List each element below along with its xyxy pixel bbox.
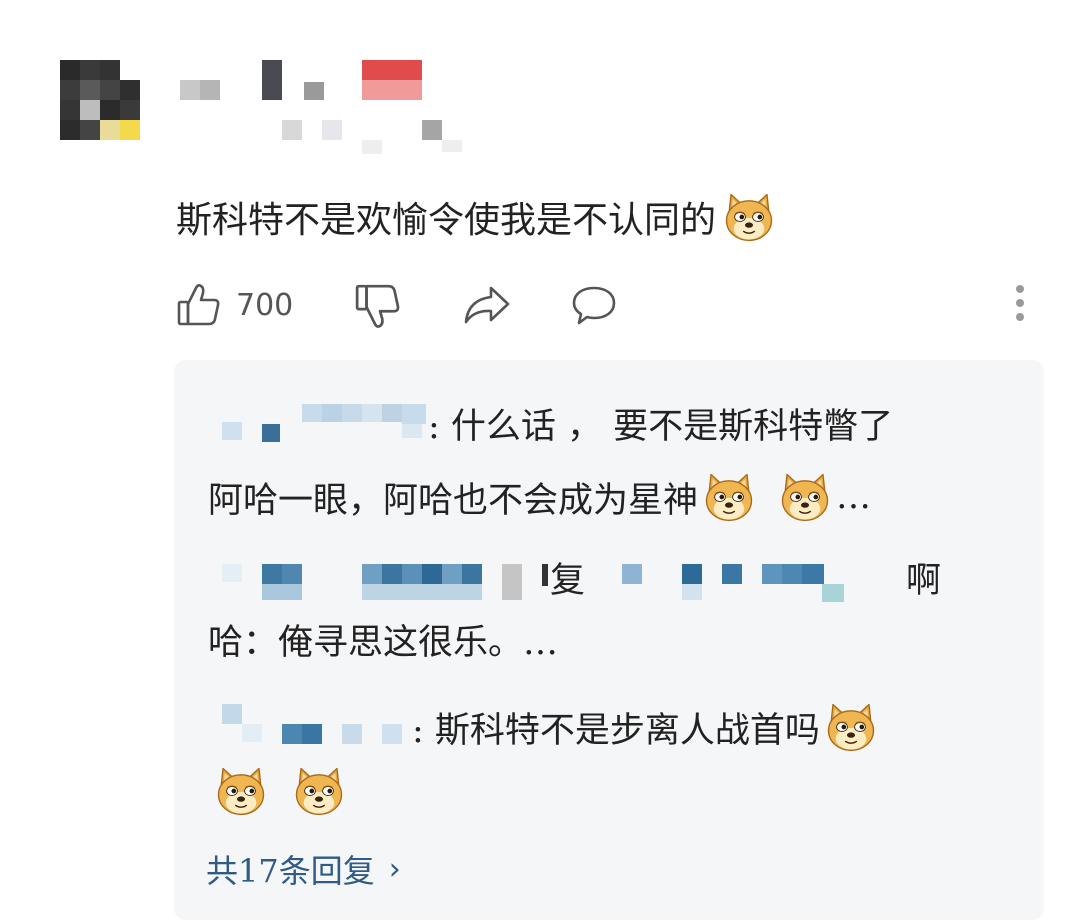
reply-text-line: : 斯科特不是步离人战首吗 xyxy=(412,700,878,754)
doge-emoji-icon xyxy=(824,700,878,754)
comment-body: 斯科特不是欢愉令使我是不认同的 xyxy=(176,200,717,241)
reply-text-line: 阿哈一眼，阿哈也不会成为星神 … xyxy=(208,470,871,524)
doge-emoji-icon xyxy=(702,470,756,524)
more-options-button[interactable] xyxy=(1008,285,1032,329)
chevron-right-icon: › xyxy=(388,851,401,887)
comment-page: 斯科特不是欢愉令使我是不认同的 700: 什么话 ， 要不是斯科特瞥了 阿哈一… xyxy=(0,0,1080,924)
like-button[interactable]: 700 xyxy=(176,282,293,328)
view-all-replies-link[interactable]: 共17条回复 › xyxy=(206,846,401,892)
reply-text: 阿哈一眼，阿哈也不会成为星神 xyxy=(208,480,699,521)
comment-text: 斯科特不是欢愉令使我是不认同的 xyxy=(176,190,776,244)
doge-emoji-icon xyxy=(778,470,832,524)
thumbs-down-icon xyxy=(354,282,402,330)
avatar[interactable] xyxy=(60,60,140,140)
reply-text-line: 啊 xyxy=(906,561,942,601)
comment-icon xyxy=(570,282,618,328)
reply-button[interactable] xyxy=(570,282,618,328)
reply-text-line: 复 xyxy=(550,561,586,601)
view-all-replies-label: 共17条回复 xyxy=(206,852,375,890)
doge-emoji-icon xyxy=(214,764,268,818)
ellipsis: … xyxy=(836,477,872,517)
thumbs-up-icon xyxy=(176,282,222,328)
doge-emoji-icon xyxy=(292,764,346,818)
dislike-button[interactable] xyxy=(354,282,402,330)
reply-text-line: 哈：俺寻思这很乐。… xyxy=(208,623,559,663)
reply-text-line: : 什么话 ， 要不是斯科特瞥了 xyxy=(428,407,894,447)
reply-text: : 斯科特不是步离人战首吗 xyxy=(412,710,820,751)
share-icon xyxy=(462,282,512,328)
more-vertical-icon xyxy=(1008,285,1032,321)
like-count: 700 xyxy=(236,287,294,323)
reply-emoji-line xyxy=(214,764,346,818)
doge-emoji-icon xyxy=(722,190,776,244)
share-button[interactable] xyxy=(462,282,512,328)
